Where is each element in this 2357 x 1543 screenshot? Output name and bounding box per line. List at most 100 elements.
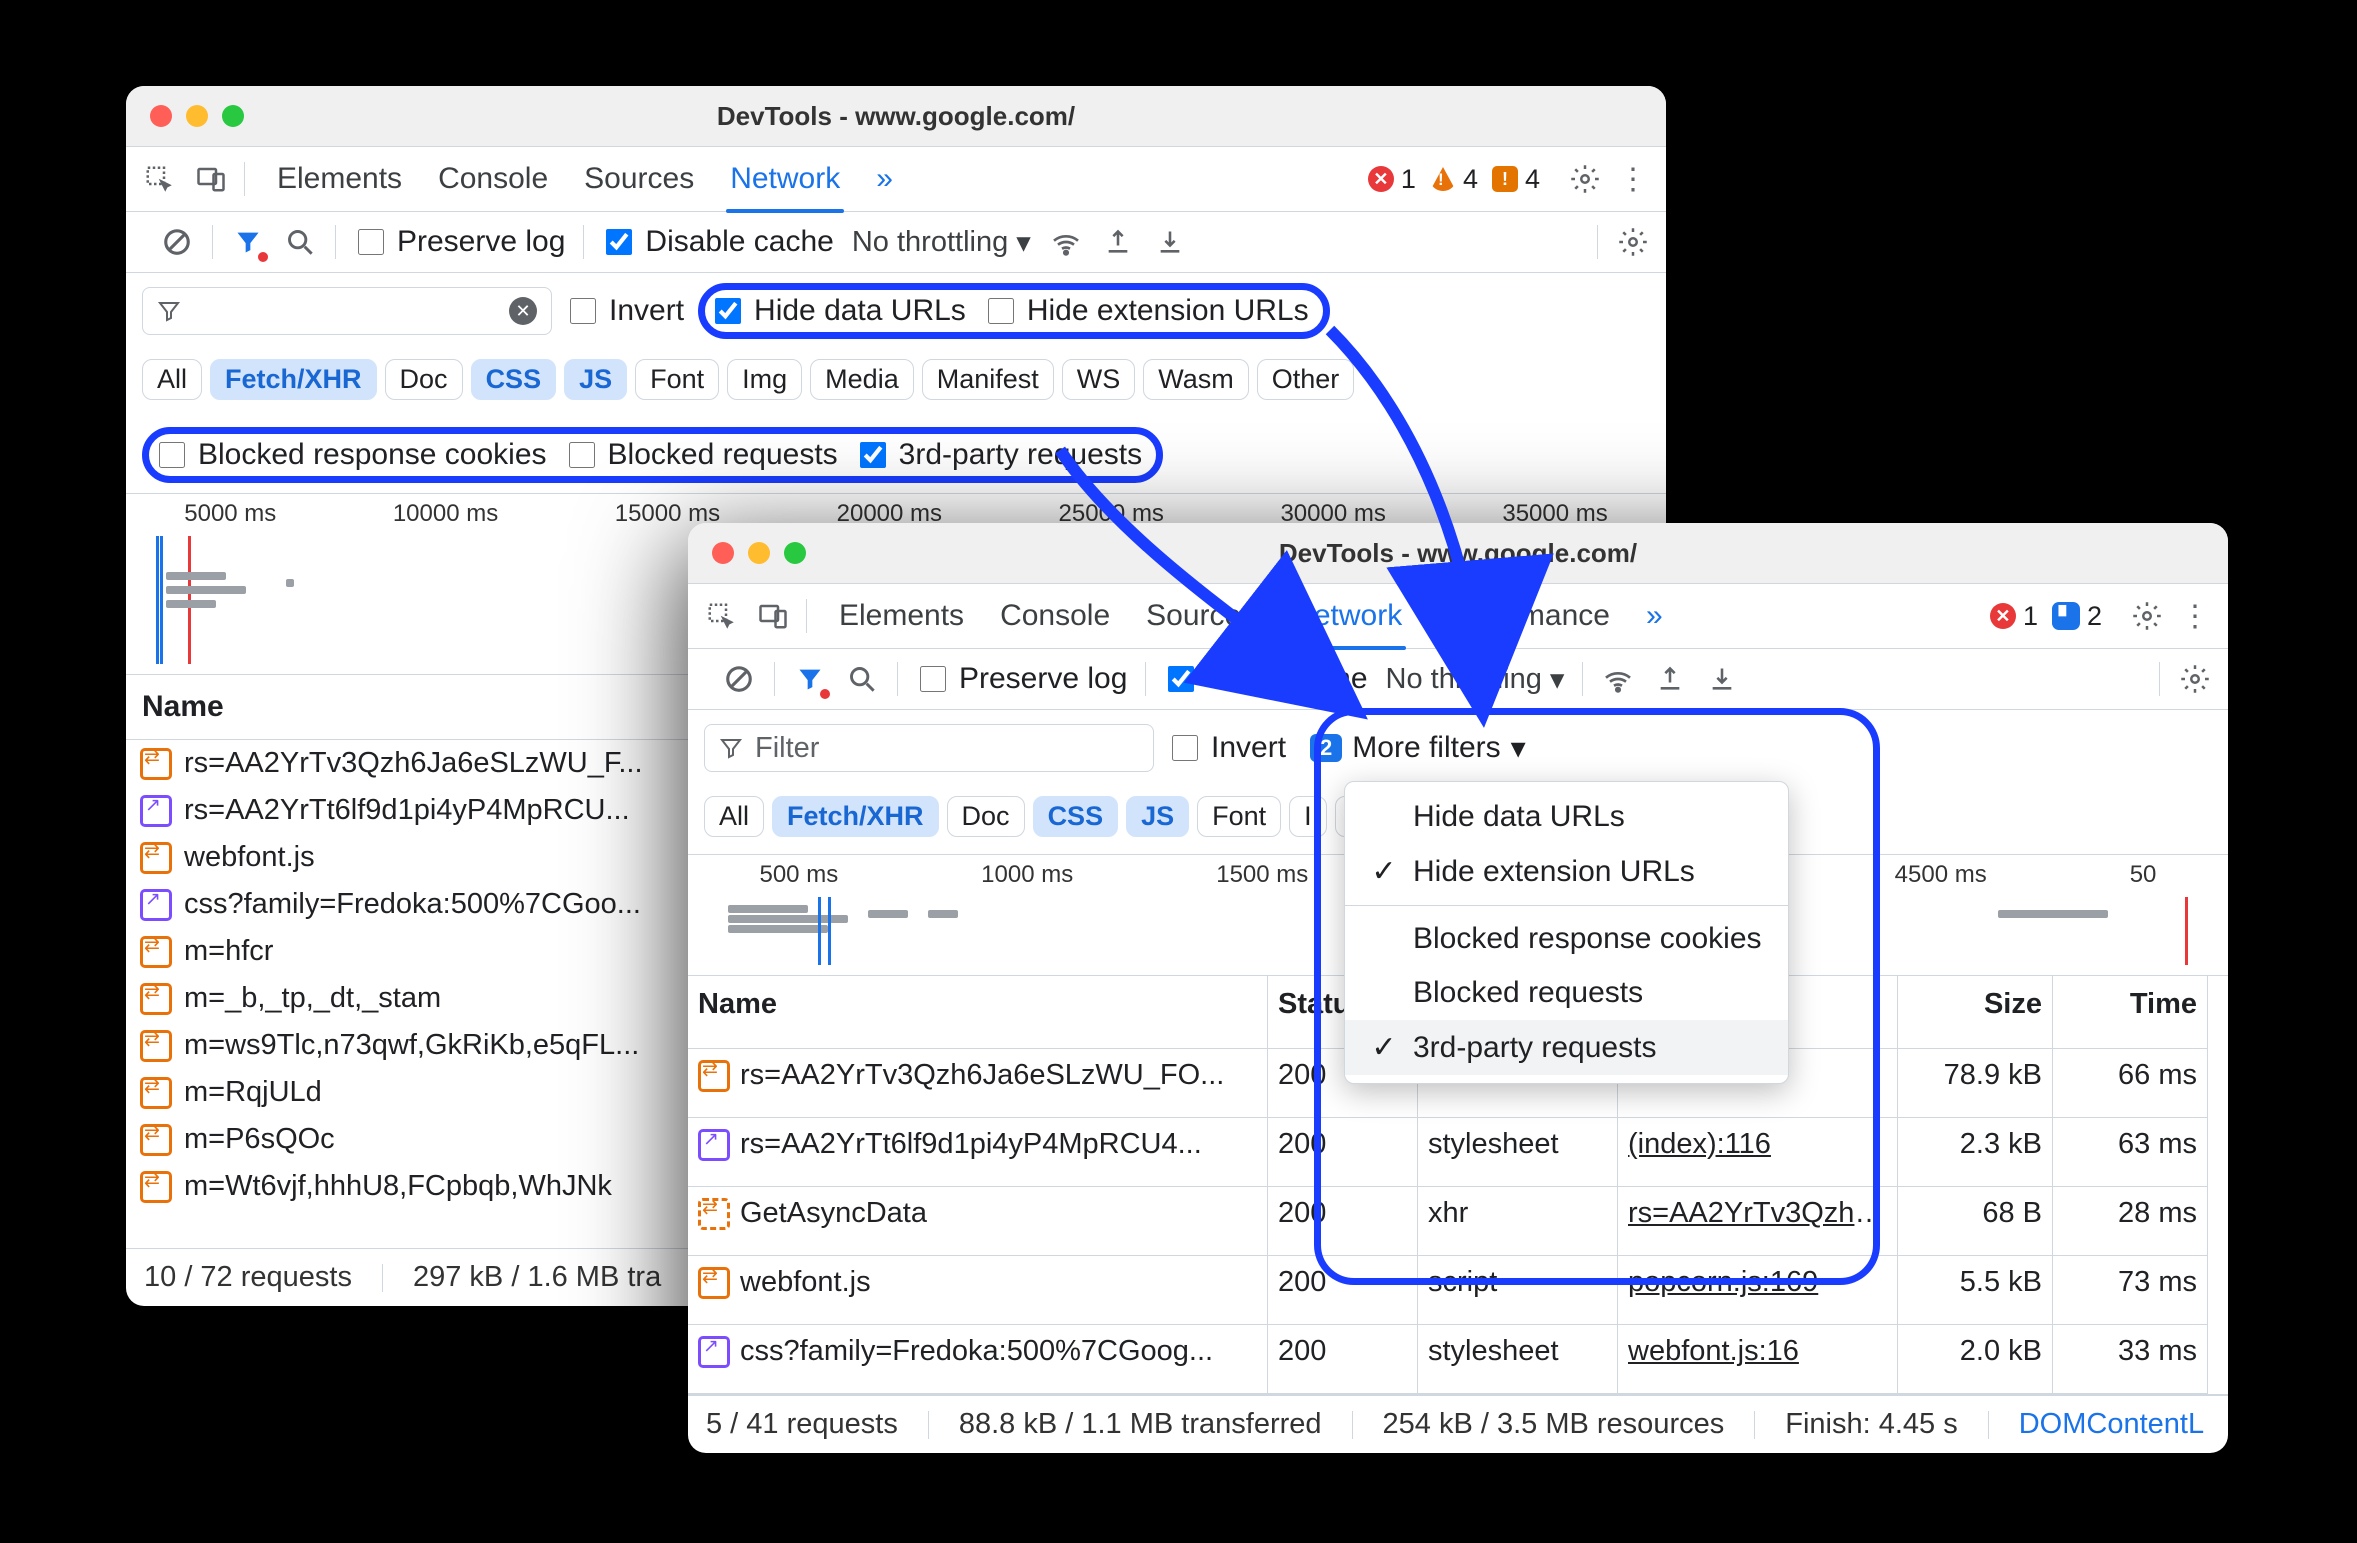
- throttling-select[interactable]: No throttling ▾: [852, 225, 1031, 260]
- more-filters-dropdown[interactable]: 2 More filters ▾: [1310, 731, 1526, 766]
- hide-extension-urls-checkbox[interactable]: Hide extension URLs: [984, 294, 1309, 328]
- request-row[interactable]: GetAsyncData: [688, 1187, 1268, 1256]
- blocked-requests-checkbox[interactable]: Blocked requests: [565, 438, 838, 472]
- search-icon[interactable]: [845, 662, 879, 696]
- filter-input[interactable]: ✕: [142, 287, 552, 335]
- menu-hide-extension-urls[interactable]: ✓Hide extension URLs: [1345, 844, 1788, 899]
- gear-icon[interactable]: [1616, 225, 1650, 259]
- download-icon[interactable]: [1153, 225, 1187, 259]
- maximize-icon[interactable]: [784, 542, 806, 564]
- tab-network[interactable]: Network: [1292, 584, 1402, 648]
- type-filter-ws[interactable]: WS: [1062, 359, 1136, 400]
- filter-toggle-icon[interactable]: [231, 225, 265, 259]
- tab-performance[interactable]: Performance: [1438, 584, 1610, 648]
- menu-blocked-requests[interactable]: Blocked requests: [1345, 966, 1788, 1020]
- upload-icon[interactable]: [1101, 225, 1135, 259]
- disable-cache-checkbox[interactable]: sable cache: [1164, 662, 1367, 696]
- inspect-element-icon[interactable]: [704, 599, 738, 633]
- gear-icon[interactable]: [2178, 662, 2212, 696]
- upload-icon[interactable]: [1653, 662, 1687, 696]
- menu-third-party-requests[interactable]: ✓3rd-party requests: [1345, 1020, 1788, 1075]
- clear-filter-icon[interactable]: ✕: [509, 297, 537, 325]
- invert-checkbox[interactable]: Invert: [566, 294, 684, 328]
- network-conditions-icon[interactable]: [1049, 225, 1083, 259]
- close-icon[interactable]: [150, 105, 172, 127]
- type-filter-wasm[interactable]: Wasm: [1143, 359, 1249, 400]
- type-filter-all[interactable]: All: [142, 359, 202, 400]
- more-icon[interactable]: ⋮: [2178, 599, 2212, 633]
- type-filter-img[interactable]: Img: [727, 359, 802, 400]
- type-filter-css[interactable]: CSS: [1033, 796, 1119, 837]
- type-filter-media[interactable]: Media: [810, 359, 914, 400]
- tick-label: 4500 ms: [1895, 861, 1987, 889]
- third-party-requests-checkbox[interactable]: 3rd-party requests: [856, 438, 1142, 472]
- tab-console[interactable]: Console: [438, 147, 548, 211]
- more-icon[interactable]: ⋮: [1616, 162, 1650, 196]
- type-filter-js[interactable]: JS: [1126, 796, 1189, 837]
- inspect-element-icon[interactable]: [142, 162, 176, 196]
- script-icon: [698, 1267, 730, 1299]
- request-row[interactable]: webfont.js: [688, 1256, 1268, 1325]
- type-filter-js[interactable]: JS: [564, 359, 627, 400]
- type-filter-doc[interactable]: Doc: [947, 796, 1025, 837]
- error-count[interactable]: ✕1: [1990, 601, 2038, 632]
- invert-checkbox[interactable]: Invert: [1168, 731, 1286, 765]
- type-filter-doc[interactable]: Doc: [385, 359, 463, 400]
- hide-data-urls-checkbox[interactable]: Hide data URLs: [711, 294, 966, 328]
- type-filter-font[interactable]: Font: [1197, 796, 1281, 837]
- tabs-overflow-icon[interactable]: »: [1646, 584, 1663, 648]
- error-count[interactable]: ✕1: [1368, 164, 1416, 195]
- search-icon[interactable]: [283, 225, 317, 259]
- type-filter-fetchxhr[interactable]: Fetch/XHR: [210, 359, 377, 400]
- clear-icon[interactable]: [160, 225, 194, 259]
- request-row[interactable]: rs=AA2YrTt6lf9d1pi4yP4MpRCU4...: [688, 1118, 1268, 1187]
- domcontentloaded-link[interactable]: DOMContentL: [2019, 1408, 2204, 1441]
- issue-count[interactable]: !4: [1492, 164, 1540, 195]
- column-time[interactable]: Time: [2053, 976, 2208, 1049]
- menu-blocked-response-cookies[interactable]: Blocked response cookies: [1345, 912, 1788, 966]
- gear-icon[interactable]: [2130, 599, 2164, 633]
- type-filter-manifest[interactable]: Manifest: [922, 359, 1054, 400]
- throttling-select[interactable]: No throttling ▾: [1386, 662, 1565, 697]
- request-row[interactable]: css?family=Fredoka:500%7CGoog...: [688, 1325, 1268, 1394]
- preserve-log-checkbox[interactable]: Preserve log: [354, 225, 565, 259]
- minimize-icon[interactable]: [748, 542, 770, 564]
- type-filter-fetchxhr[interactable]: Fetch/XHR: [772, 796, 939, 837]
- request-row[interactable]: rs=AA2YrTv3Qzh6Ja6eSLzWU_FO...: [688, 1049, 1268, 1118]
- tick-label: 1500 ms: [1216, 861, 1308, 889]
- tab-elements[interactable]: Elements: [839, 584, 964, 648]
- menu-hide-data-urls[interactable]: Hide data URLs: [1345, 790, 1788, 844]
- column-name[interactable]: Name: [688, 976, 1268, 1049]
- type-filter-font[interactable]: Font: [635, 359, 719, 400]
- css-icon: [140, 889, 172, 921]
- disable-cache-checkbox[interactable]: Disable cache: [602, 225, 833, 259]
- maximize-icon[interactable]: [222, 105, 244, 127]
- tab-elements[interactable]: Elements: [277, 147, 402, 211]
- filter-toggle-icon[interactable]: [793, 662, 827, 696]
- type-filter-all[interactable]: All: [704, 796, 764, 837]
- type-filter-css[interactable]: CSS: [471, 359, 557, 400]
- minimize-icon[interactable]: [186, 105, 208, 127]
- type-filter-i[interactable]: I: [1289, 796, 1327, 837]
- column-size[interactable]: Size: [1898, 976, 2053, 1049]
- device-toggle-icon[interactable]: [756, 599, 790, 633]
- tab-network[interactable]: Network: [730, 147, 840, 211]
- script-icon: [140, 748, 172, 780]
- network-conditions-icon[interactable]: [1601, 662, 1635, 696]
- clear-icon[interactable]: [722, 662, 756, 696]
- blocked-response-cookies-checkbox[interactable]: Blocked response cookies: [155, 438, 547, 472]
- tab-sources[interactable]: Sources: [1146, 584, 1256, 648]
- preserve-log-checkbox[interactable]: Preserve log: [916, 662, 1127, 696]
- warning-count[interactable]: !4: [1430, 164, 1478, 195]
- download-icon[interactable]: [1705, 662, 1739, 696]
- tab-sources[interactable]: Sources: [584, 147, 694, 211]
- issue-count[interactable]: ▘2: [2052, 601, 2102, 632]
- gear-icon[interactable]: [1568, 162, 1602, 196]
- close-icon[interactable]: [712, 542, 734, 564]
- device-toggle-icon[interactable]: [194, 162, 228, 196]
- filter-input[interactable]: Filter: [704, 724, 1154, 772]
- tab-console[interactable]: Console: [1000, 584, 1110, 648]
- tabs-overflow-icon[interactable]: »: [876, 147, 893, 211]
- script-icon: [140, 1077, 172, 1109]
- type-filter-other[interactable]: Other: [1257, 359, 1355, 400]
